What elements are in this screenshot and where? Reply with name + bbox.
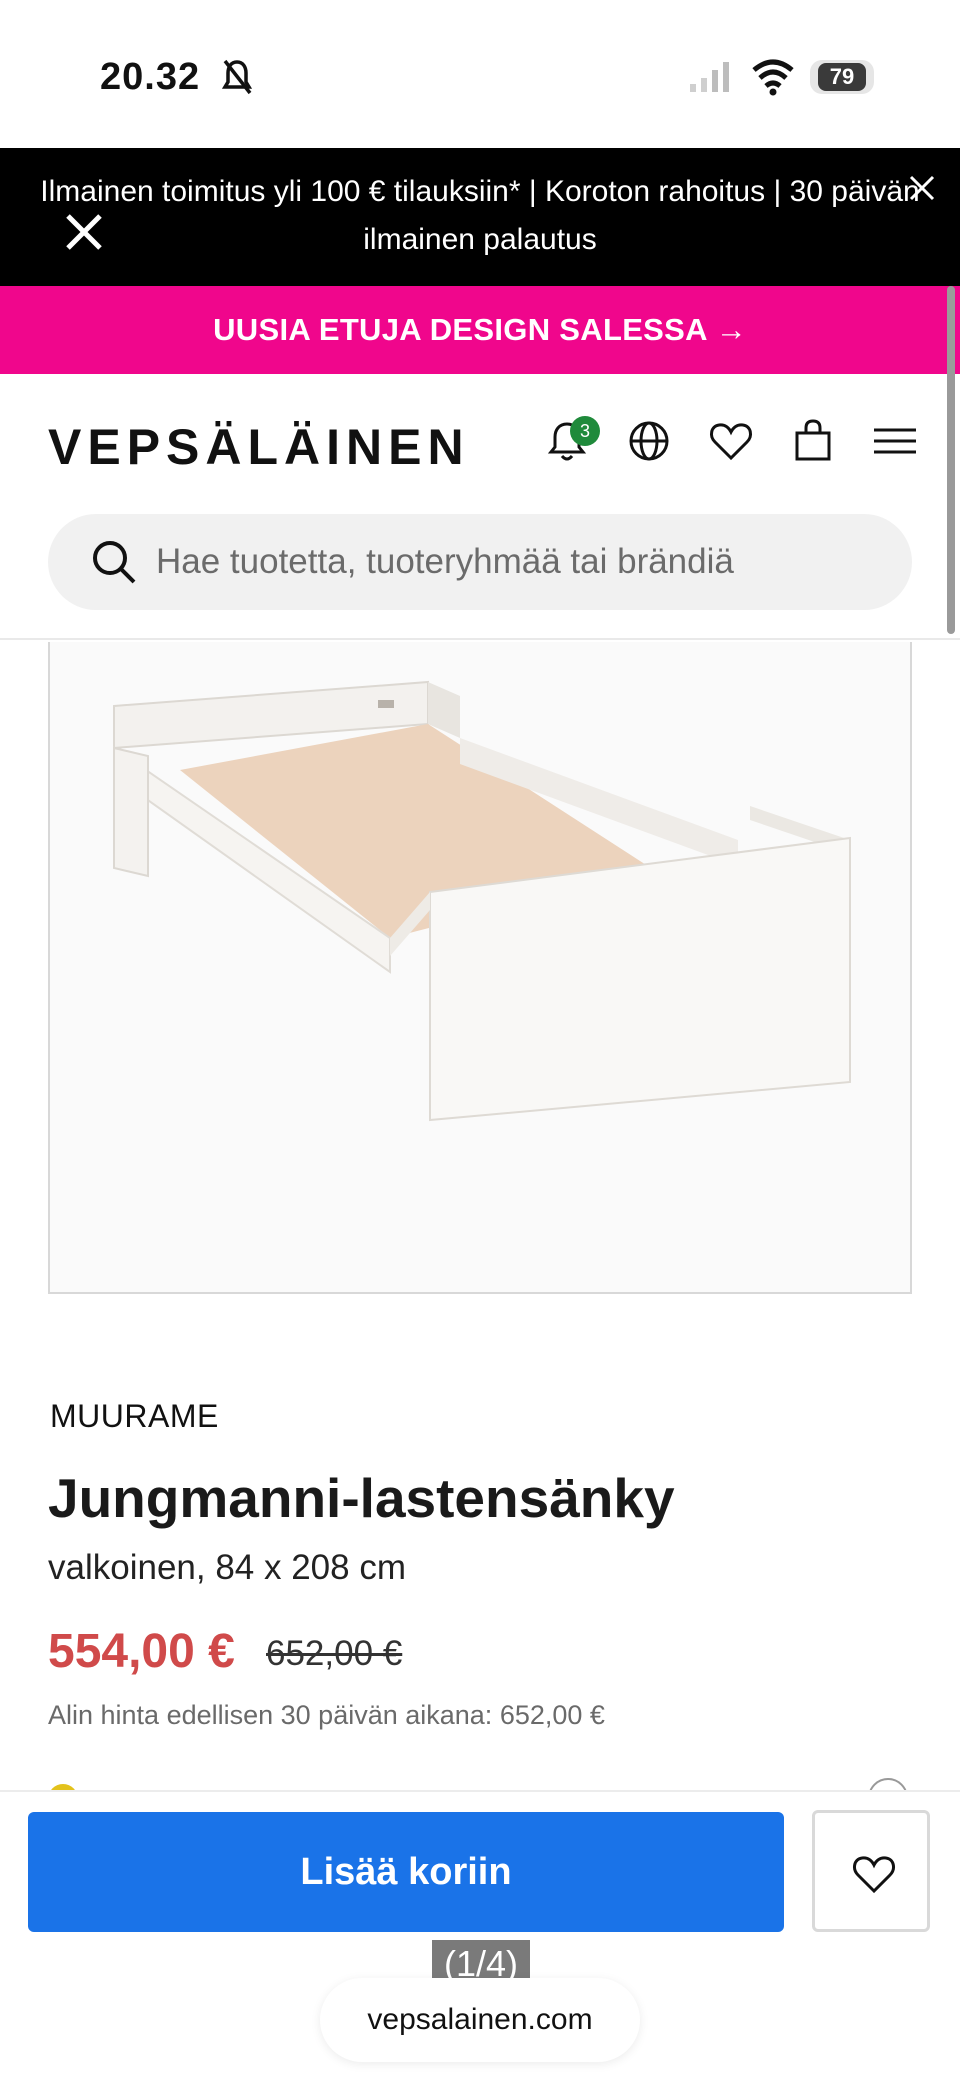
battery-indicator: 79 xyxy=(810,60,874,94)
battery-level: 79 xyxy=(818,63,866,91)
search-bar[interactable] xyxy=(48,514,912,610)
menu-icon[interactable] xyxy=(870,416,920,466)
mute-icon xyxy=(222,59,252,95)
signal-icon xyxy=(690,62,729,92)
page-scrollbar[interactable] xyxy=(947,286,955,634)
promo-text: Ilmainen toimitus yli 100 € tilauksiin* … xyxy=(40,175,920,256)
original-price: 652,00 € xyxy=(266,1634,403,1673)
heart-icon[interactable] xyxy=(706,416,756,466)
product-title: Jungmanni-lastensänky xyxy=(48,1467,675,1529)
status-bar: 20.32 79 xyxy=(0,0,960,148)
design-sale-banner[interactable]: UUSIA ETUJA DESIGN SALESSA → xyxy=(0,286,960,374)
bottom-action-bar: Lisää koriin (1/4) vepsalainen.com xyxy=(0,1790,960,2087)
globe-icon[interactable] xyxy=(624,416,674,466)
close-icon[interactable] xyxy=(64,212,104,252)
shopping-bag-icon[interactable] xyxy=(788,416,838,466)
wifi-icon xyxy=(752,59,794,96)
product-page: 20.32 79 Ilmainen toimitus yli 100 € til… xyxy=(0,0,960,2087)
product-variant: valkoinen, 84 x 208 cm xyxy=(48,1548,406,1587)
search-icon[interactable] xyxy=(90,538,138,586)
site-logo[interactable]: VEPSÄLÄINEN xyxy=(48,418,470,476)
product-image[interactable] xyxy=(48,642,912,1294)
site-header: VEPSÄLÄINEN 3 xyxy=(0,374,960,640)
close-banner-icon[interactable] xyxy=(908,174,936,202)
lowest-price-note: Alin hinta edellisen 30 päivän aikana: 6… xyxy=(48,1700,605,1730)
status-time: 20.32 xyxy=(100,56,201,98)
sale-price: 554,00 € xyxy=(48,1625,235,1678)
product-brand[interactable]: MUURAME xyxy=(50,1398,219,1435)
heart-icon xyxy=(853,1856,895,1894)
wishlist-button[interactable] xyxy=(812,1810,930,1932)
notification-badge: 3 xyxy=(570,416,600,446)
search-input[interactable] xyxy=(156,514,876,610)
promo-banner: Ilmainen toimitus yli 100 € tilauksiin* … xyxy=(0,148,960,286)
bed-illustration xyxy=(113,680,851,1122)
add-to-cart-button[interactable]: Lisää koriin xyxy=(28,1812,784,1932)
url-bar[interactable]: vepsalainen.com xyxy=(320,1978,640,2062)
